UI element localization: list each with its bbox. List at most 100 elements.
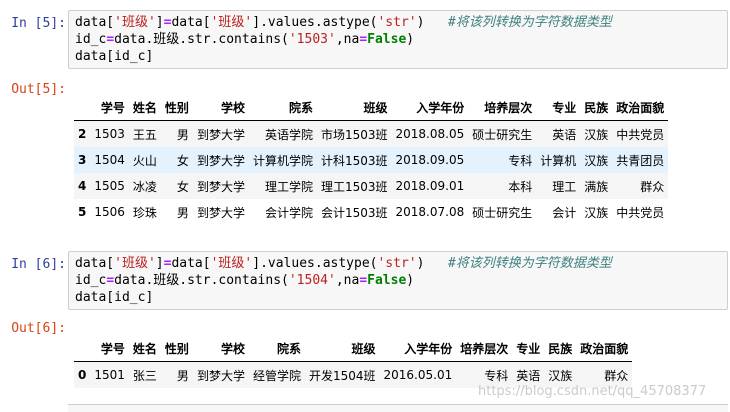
code-token: ].values.astype( — [252, 256, 378, 271]
table-cell: 2016.05.01 — [383, 368, 453, 382]
table-cell: 男 — [176, 368, 189, 383]
table-cell: 汉族 — [584, 153, 609, 168]
table-cell: 中共党员 — [616, 205, 665, 220]
code-token: data[id_c] — [75, 49, 154, 64]
table-cell: 到梦大学 — [196, 127, 245, 142]
table-cell: 珍珠 — [132, 205, 157, 220]
output-prompt-5: Out[5]: — [11, 82, 66, 97]
row-index: 0 — [78, 368, 87, 382]
table-cell: 男 — [176, 205, 189, 220]
code-string: '班级' — [114, 15, 156, 30]
table-cell: 女 — [176, 179, 189, 194]
code-string: '班级' — [210, 15, 253, 30]
column-header: 民族 — [544, 335, 577, 362]
column-header: 入学年份 — [391, 94, 469, 121]
code-token: = — [106, 273, 115, 288]
code-input-cell-5[interactable]: data['班级']=data['班级'].values.astype('str… — [68, 10, 728, 69]
table-cell: 1503 — [94, 127, 125, 141]
code-string: 'str' — [377, 256, 417, 271]
column-header: 院系 — [248, 335, 305, 362]
table-cell: 到梦大学 — [196, 368, 245, 383]
table-cell: 2018.09.05 — [395, 153, 465, 167]
table-cell: 理工 — [552, 179, 577, 194]
code-string: '班级' — [210, 256, 253, 271]
table-cell: 英语学院 — [264, 127, 313, 142]
table-cell: 2018.09.01 — [395, 179, 465, 193]
table-row: 5 1506 珍珠 男到梦大学 会计学院 会计1503班 2018.07.08 硕士研究生 会计… — [74, 199, 668, 225]
table-cell: 英语 — [552, 127, 577, 142]
code-token: ) — [406, 32, 415, 47]
row-index: 3 — [78, 153, 87, 167]
code-token: ].values.astype( — [252, 15, 378, 30]
table-cell: 会计1503班 — [320, 205, 388, 220]
code-token: id_c — [75, 32, 107, 47]
code-token: data[ — [171, 15, 211, 30]
row-index: 4 — [78, 179, 87, 193]
table-cell: 汉族 — [584, 127, 609, 142]
table-cell: 群众 — [640, 179, 665, 194]
table-cell: 火山 — [132, 153, 157, 168]
table-cell: 张三 — [132, 368, 157, 383]
table-cell: 女 — [176, 153, 189, 168]
table-cell: 硕士研究生 — [472, 127, 533, 142]
index-header — [74, 94, 91, 121]
table-cell: 汉族 — [584, 205, 609, 220]
column-header: 专业 — [536, 94, 581, 121]
code-string: 'str' — [377, 15, 417, 30]
code-token: id_c — [75, 273, 107, 288]
table-cell: 1506 — [94, 205, 125, 219]
dataframe-output-6: 学号 姓名 性别 学校 院系 班级 入学年份 培养层次 专业 民族 政治面貌 0 1501 张三 男到梦大… — [74, 335, 633, 388]
index-header — [74, 335, 91, 362]
table-cell: 2018.07.08 — [395, 205, 465, 219]
dataframe-output-5: 学号 姓名 性别 学校 院系 班级 入学年份 培养层次 专业 民族 政治面貌 2 1503 王五男到梦大… — [74, 94, 669, 225]
code-line: id_c=data.班级.str.contains('1504',na=Fals… — [75, 272, 727, 289]
code-token: data[ — [75, 15, 115, 30]
table-header-row: 学号 姓名 性别 学校 院系 班级 入学年份 培养层次 专业 民族 政治面貌 — [74, 94, 669, 121]
code-token: data[ — [171, 256, 211, 271]
column-header: 入学年份 — [379, 335, 457, 362]
column-header: 性别 — [160, 94, 193, 121]
table-row: 4 1505 冰凌 女到梦大学 理工学院 理工1503班 2018.09.01 本科 理工 满族 群… — [74, 173, 669, 199]
code-token: ] — [155, 256, 164, 271]
table-cell: 硕士研究生 — [472, 205, 533, 220]
code-line: data['班级']=data['班级'].values.astype('str… — [75, 14, 727, 31]
table-cell: 王五 — [132, 127, 157, 142]
column-header: 学号 — [90, 94, 129, 121]
table-cell: 市场1503班 — [320, 127, 388, 142]
watermark-text: https://blog.csdn.net/qq_45708377 — [478, 384, 707, 399]
column-header: 培养层次 — [468, 94, 537, 121]
column-header: 政治面貌 — [612, 94, 669, 121]
code-line: id_c=data.班级.str.contains('1503',na=Fals… — [75, 31, 727, 48]
table-cell: 会计学院 — [264, 205, 313, 220]
row-index: 2 — [78, 127, 87, 141]
table-row: 3 1504 火山 女到梦大学 计算机学院 计科1503班 2018.09.05 专科 计算机汉… — [74, 147, 669, 173]
table-header-row: 学号 姓名 性别 学校 院系 班级 入学年份 培养层次 专业 民族 政治面貌 — [74, 335, 633, 362]
column-header: 学校 — [192, 335, 249, 362]
column-header: 学校 — [192, 94, 249, 121]
next-cell-edge — [68, 404, 728, 412]
code-token: ) — [416, 256, 448, 271]
table-cell: 到梦大学 — [196, 179, 245, 194]
code-token: ) — [406, 273, 415, 288]
table-cell: 理工1503班 — [320, 179, 388, 194]
table-cell: 1505 — [94, 179, 125, 193]
code-token: data.班级.str.contains( — [114, 273, 289, 288]
table-cell: 满族 — [584, 179, 609, 194]
code-token: = — [359, 32, 368, 47]
code-string: '1503' — [288, 32, 336, 47]
column-header: 培养层次 — [456, 335, 513, 362]
table-cell: 男 — [176, 127, 189, 142]
column-header: 院系 — [248, 94, 317, 121]
table-cell: 中共党员 — [616, 127, 665, 142]
code-token: ] — [155, 15, 164, 30]
code-input-cell-6[interactable]: data['班级']=data['班级'].values.astype('str… — [68, 251, 728, 310]
column-header: 民族 — [580, 94, 613, 121]
table-cell: 专科 — [508, 153, 533, 168]
column-header: 学号 — [90, 335, 129, 362]
table-cell: 1504 — [94, 153, 125, 167]
column-header: 姓名 — [128, 94, 161, 121]
input-prompt-6: In [6]: — [11, 257, 66, 272]
table-cell: 共青团员 — [616, 153, 665, 168]
column-header: 性别 — [160, 335, 193, 362]
table-cell: 理工学院 — [264, 179, 313, 194]
